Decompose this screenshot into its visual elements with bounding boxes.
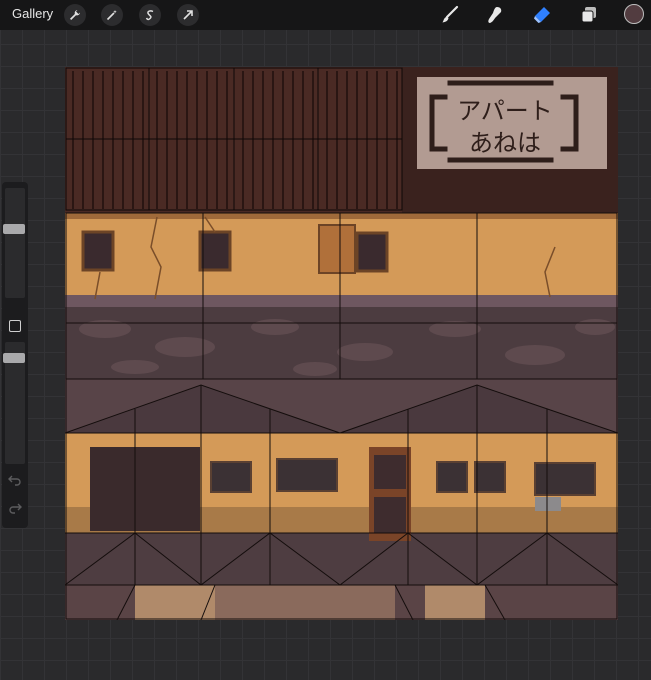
actions-button[interactable] — [64, 4, 86, 26]
color-picker-button[interactable] — [624, 4, 644, 24]
sign-text-line2: あねは — [469, 129, 541, 157]
opacity-slider[interactable] — [3, 342, 25, 464]
layers-button[interactable] — [577, 3, 601, 27]
brush-tool-button[interactable] — [438, 3, 462, 27]
smudge-icon — [488, 7, 502, 23]
layers-icon — [581, 7, 596, 23]
top-toolbar: Gallery — [0, 0, 651, 30]
transform-arrow-icon — [183, 10, 193, 20]
left-sidebar — [2, 182, 28, 528]
smudge-tool-button[interactable] — [483, 3, 507, 27]
brush-size-thumb[interactable] — [3, 224, 25, 234]
transform-button[interactable] — [177, 4, 199, 26]
wrench-icon — [70, 10, 80, 20]
canvas-artwork[interactable]: アパート あねは — [65, 67, 618, 620]
brush-icon — [442, 5, 459, 23]
selection-button[interactable] — [139, 4, 161, 26]
redo-icon — [9, 503, 22, 514]
gallery-button[interactable]: Gallery — [12, 6, 53, 21]
magic-wand-icon — [106, 10, 117, 21]
eraser-icon — [534, 7, 550, 23]
eraser-tool-button[interactable] — [530, 3, 554, 27]
undo-icon — [8, 475, 21, 486]
opacity-thumb[interactable] — [3, 353, 25, 363]
adjustments-button[interactable] — [101, 4, 123, 26]
selection-icon — [145, 10, 154, 21]
modify-square-icon[interactable] — [9, 320, 21, 332]
brush-size-slider[interactable] — [3, 188, 25, 298]
undo-button[interactable] — [7, 472, 23, 488]
sign-text-line1: アパート — [457, 97, 553, 125]
redo-button[interactable] — [7, 500, 23, 516]
